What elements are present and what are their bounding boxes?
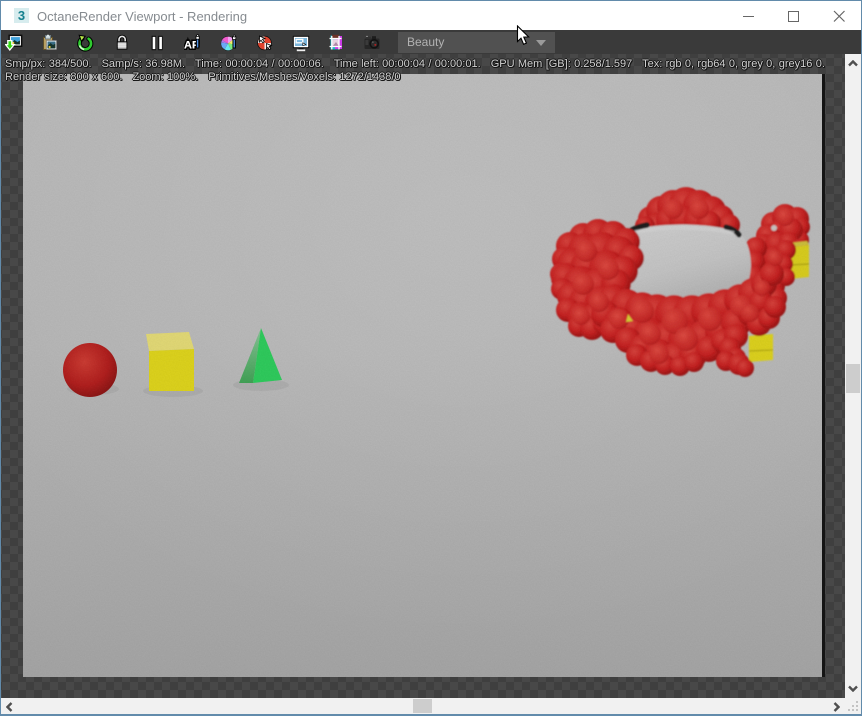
svg-text:3: 3: [18, 8, 25, 23]
